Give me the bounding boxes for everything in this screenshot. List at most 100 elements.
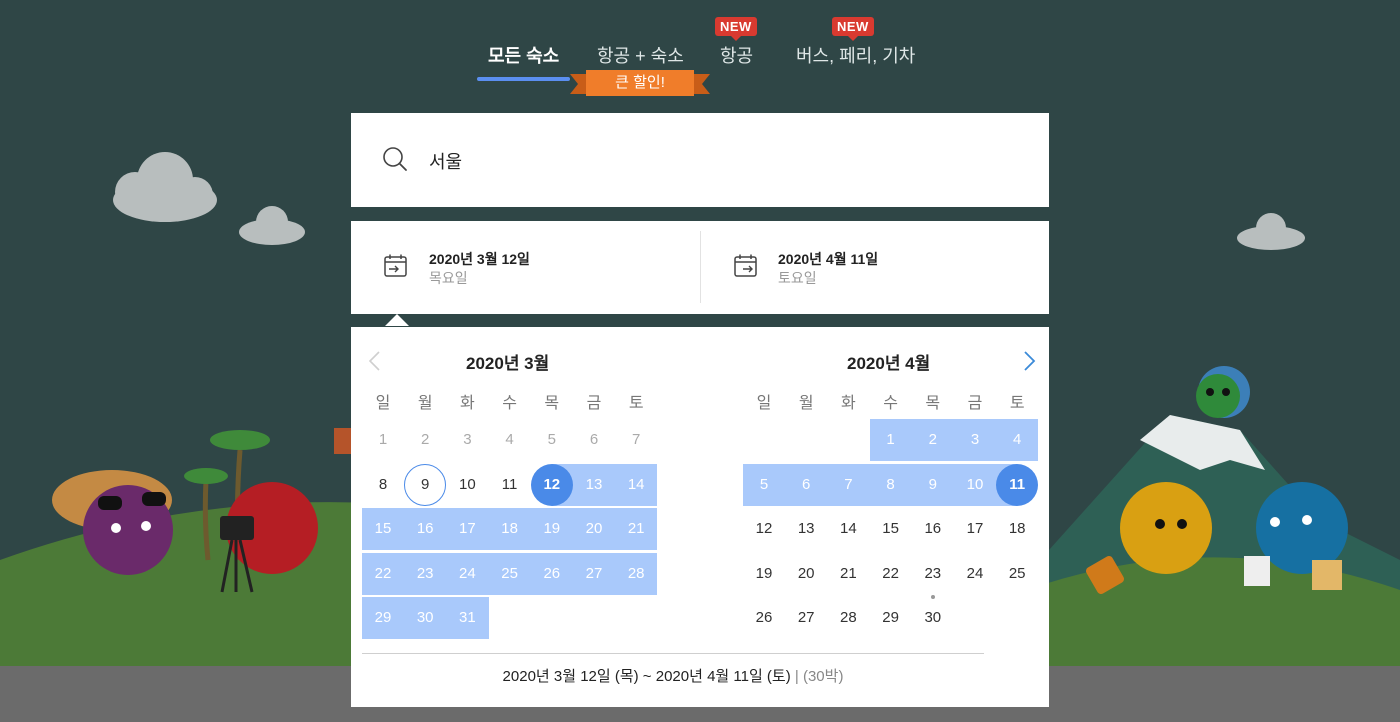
calendar-day-march-28[interactable]: 28 [615,553,657,595]
calendar-day-april-10[interactable]: 10 [954,464,996,506]
new-badge-flights: NEW [715,17,757,41]
date-selector: 2020년 3월 12일 목요일 2020년 4월 11일 토요일 [351,221,1049,314]
stay-summary: 2020년 3월 12일 (목) ~ 2020년 4월 11일 (토) | (3… [351,665,995,686]
calendar-day-march-13[interactable]: 13 [573,464,615,506]
calendar-day-april-17[interactable]: 17 [954,508,996,550]
cloud-right [1237,213,1305,250]
calendar-day-march-24[interactable]: 24 [446,553,488,595]
calendar-day-march-12[interactable]: 12 [531,464,573,506]
calendar-day-march-5: 5 [547,431,556,448]
calendar-day-april-27[interactable]: 27 [785,597,827,639]
calendar-day-march-11[interactable]: 11 [489,464,531,506]
month-title-april: 2020년 4월 [847,354,931,373]
weekday-label: 화 [460,395,475,412]
calendar-day-march-31[interactable]: 31 [446,597,488,639]
calendar-day-april-22[interactable]: 22 [870,553,912,595]
calendar-day-april-8[interactable]: 8 [870,464,912,506]
calendar-day-march-23[interactable]: 23 [404,553,446,595]
weekday-label: 금 [967,395,983,412]
calendar-day-april-20[interactable]: 20 [785,553,827,595]
calendar-day-march-7: 7 [632,431,641,448]
calendar-day-march-10[interactable]: 10 [446,464,488,506]
tab-flight-hotel[interactable]: 항공 + 숙소 [597,42,684,68]
calendar-day-march-15[interactable]: 15 [362,508,404,550]
calendar-day-april-24[interactable]: 24 [954,553,996,595]
calendar-day-april-29[interactable]: 29 [870,597,912,639]
summary-divider [362,653,984,654]
calendar-day-april-1[interactable]: 1 [870,419,912,461]
calendar-day-april-5[interactable]: 5 [743,464,785,506]
calendar-day-april-9[interactable]: 9 [912,464,954,506]
weekday-label: 화 [841,395,856,412]
calendar-day-april-23[interactable]: 23 [912,553,954,595]
weekday-label: 토 [628,395,644,412]
calendar-day-march-25[interactable]: 25 [489,553,531,595]
search-input[interactable]: 서울 [429,148,462,174]
calendar-day-april-21[interactable]: 21 [827,553,869,595]
calendar-day-april-4[interactable]: 4 [996,419,1038,461]
weekday-label: 금 [586,395,602,412]
calendar-day-april-11[interactable]: 11 [996,464,1038,506]
calendar-day-april-15[interactable]: 15 [870,508,912,550]
calendar-day-april-7[interactable]: 7 [827,464,869,506]
weekday-label: 수 [883,395,898,412]
checkout-weekday: 토요일 [778,270,817,286]
calendar-day-march-9[interactable]: 9 [404,464,446,506]
calendar-day-april-13[interactable]: 13 [785,508,827,550]
calendar-day-march-14[interactable]: 14 [615,464,657,506]
checkout-date-field[interactable]: 2020년 4월 11일 토요일 [701,221,1049,314]
next-month-arrow-icon[interactable] [1019,349,1039,373]
calendar-day-april-19[interactable]: 19 [743,553,785,595]
calendar-day-april-12[interactable]: 12 [743,508,785,550]
calendar-day-april-14[interactable]: 14 [827,508,869,550]
calendar-day-march-18[interactable]: 18 [489,508,531,550]
calendar-day-march-17[interactable]: 17 [446,508,488,550]
prev-month-arrow-icon[interactable] [365,349,385,373]
weekday-label: 일 [756,395,772,412]
checkin-date-field[interactable]: 2020년 3월 12일 목요일 [351,221,699,314]
weekday-label: 일 [375,395,391,412]
calendar-day-april-2[interactable]: 2 [912,419,954,461]
tab-flights[interactable]: 항공 [720,42,753,68]
calendar-day-march-4: 4 [505,431,514,448]
calendar-checkout-icon [734,254,757,277]
weekday-label: 목 [925,395,941,412]
stay-range: 2020년 3월 12일 (목) ~ 2020년 4월 11일 (토) [502,668,791,685]
calendar-day-april-3[interactable]: 3 [954,419,996,461]
calendar-day-april-28[interactable]: 28 [827,597,869,639]
calendar-checkin-icon [384,254,407,277]
calendar-day-march-2: 2 [421,431,430,448]
calendar-pointer [385,314,409,326]
checkin-weekday: 목요일 [429,270,468,286]
calendar-day-march-27[interactable]: 27 [573,553,615,595]
calendar-day-april-16[interactable]: 16 [912,508,954,550]
date-picker-calendar: 2020년 3월 2020년 4월 2020년 3월 12일 (목) ~ 202… [351,327,1049,707]
destination-search-box[interactable]: 서울 [351,113,1049,207]
calendar-day-march-21[interactable]: 21 [615,508,657,550]
calendar-day-march-20[interactable]: 20 [573,508,615,550]
checkout-date: 2020년 4월 11일 [778,251,879,267]
cloud-small [239,206,305,245]
calendar-day-april-25[interactable]: 25 [996,553,1038,595]
month-title-march: 2020년 3월 [466,354,550,373]
calendar-day-march-30[interactable]: 30 [404,597,446,639]
tab-bus-ferry-train[interactable]: 버스, 페리, 기차 [796,42,915,68]
search-icon [383,147,407,171]
weekday-label: 수 [502,395,517,412]
calendar-day-april-26[interactable]: 26 [743,597,785,639]
new-badge-transport: NEW [832,17,874,41]
checkin-date: 2020년 3월 12일 [429,251,530,267]
calendar-day-april-18[interactable]: 18 [996,508,1038,550]
weekday-label: 목 [544,395,560,412]
calendar-day-march-19[interactable]: 19 [531,508,573,550]
calendar-day-march-8[interactable]: 8 [362,464,404,506]
calendar-day-march-26[interactable]: 26 [531,553,573,595]
calendar-day-april-6[interactable]: 6 [785,464,827,506]
calendar-day-march-16[interactable]: 16 [404,508,446,550]
calendar-day-march-22[interactable]: 22 [362,553,404,595]
calendar-day-april-30[interactable]: 30 [912,597,954,639]
promo-ribbon-label: 큰 할인! [615,74,665,91]
calendar-day-march-29[interactable]: 29 [362,597,404,639]
tab-all-accommodations[interactable]: 모든 숙소 [488,42,559,68]
weekday-label: 월 [798,395,814,412]
